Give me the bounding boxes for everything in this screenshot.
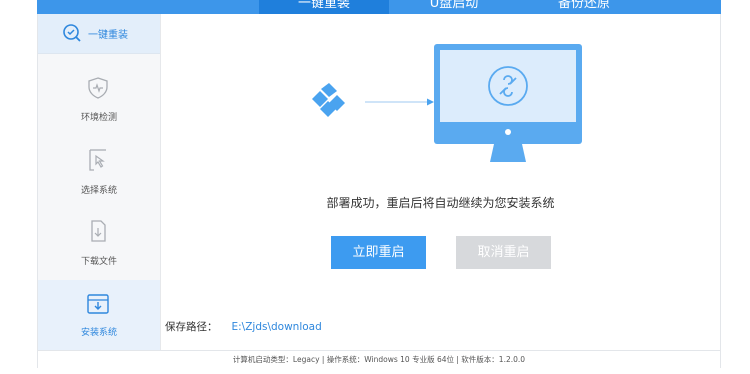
sidebar-item-label: 一键重装 <box>88 30 128 41</box>
save-path-label: 保存路径： <box>165 321 218 333</box>
sidebar-item-one-key-reinstall[interactable]: 一键重装 <box>38 14 160 54</box>
tab-backup-restore[interactable]: 备份还原 <box>519 0 649 14</box>
tab-usb-boot[interactable]: U盘启动 <box>389 0 519 14</box>
sidebar-item-label: 下载文件 <box>80 257 117 267</box>
cancel-restart-button[interactable]: 取消重启 <box>456 236 551 269</box>
shield-pulse-icon <box>88 77 108 99</box>
sidebar-item-install-system[interactable]: 安装系统 <box>38 280 160 350</box>
sidebar-item-select-system[interactable]: 选择系统 <box>38 148 160 208</box>
status-bar: 计算机启动类型：Legacy | 操作系统：Windows 10 专业版 64位… <box>38 350 720 368</box>
monitor-icon <box>434 44 582 162</box>
cursor-icon <box>89 149 106 171</box>
status-message: 部署成功，重启后将自动继续为您安装系统 <box>326 196 555 210</box>
sidebar-item-environment-check[interactable]: 环境检测 <box>38 76 160 136</box>
search-shield-icon <box>63 24 81 42</box>
windows-logo-icon <box>312 83 345 117</box>
sidebar-item-label: 环境检测 <box>80 113 117 123</box>
save-path-link[interactable]: E:\Zjds\download <box>232 321 322 333</box>
tab-one-key-reinstall[interactable]: 一键重装 <box>259 0 389 14</box>
document-download-icon <box>91 220 106 242</box>
sidebar-item-label: 选择系统 <box>80 186 117 196</box>
install-box-icon <box>87 294 109 314</box>
restart-now-button[interactable]: 立即重启 <box>331 236 426 269</box>
save-path-row: 保存路径： E:\Zjds\download <box>165 319 322 334</box>
arrow-right-icon <box>365 98 434 106</box>
sidebar-item-download-files[interactable]: 下载文件 <box>38 219 160 279</box>
main-panel: 部署成功，重启后将自动继续为您安装系统 立即重启 取消重启 保存路径： E:\Zj… <box>161 14 720 350</box>
sidebar-item-label: 安装系统 <box>80 328 117 338</box>
sidebar: 一键重装 环境检测 选择系统 下载文件 安装系统 <box>38 14 161 350</box>
top-tab-bar: 一键重装 U盘启动 备份还原 <box>37 0 721 14</box>
